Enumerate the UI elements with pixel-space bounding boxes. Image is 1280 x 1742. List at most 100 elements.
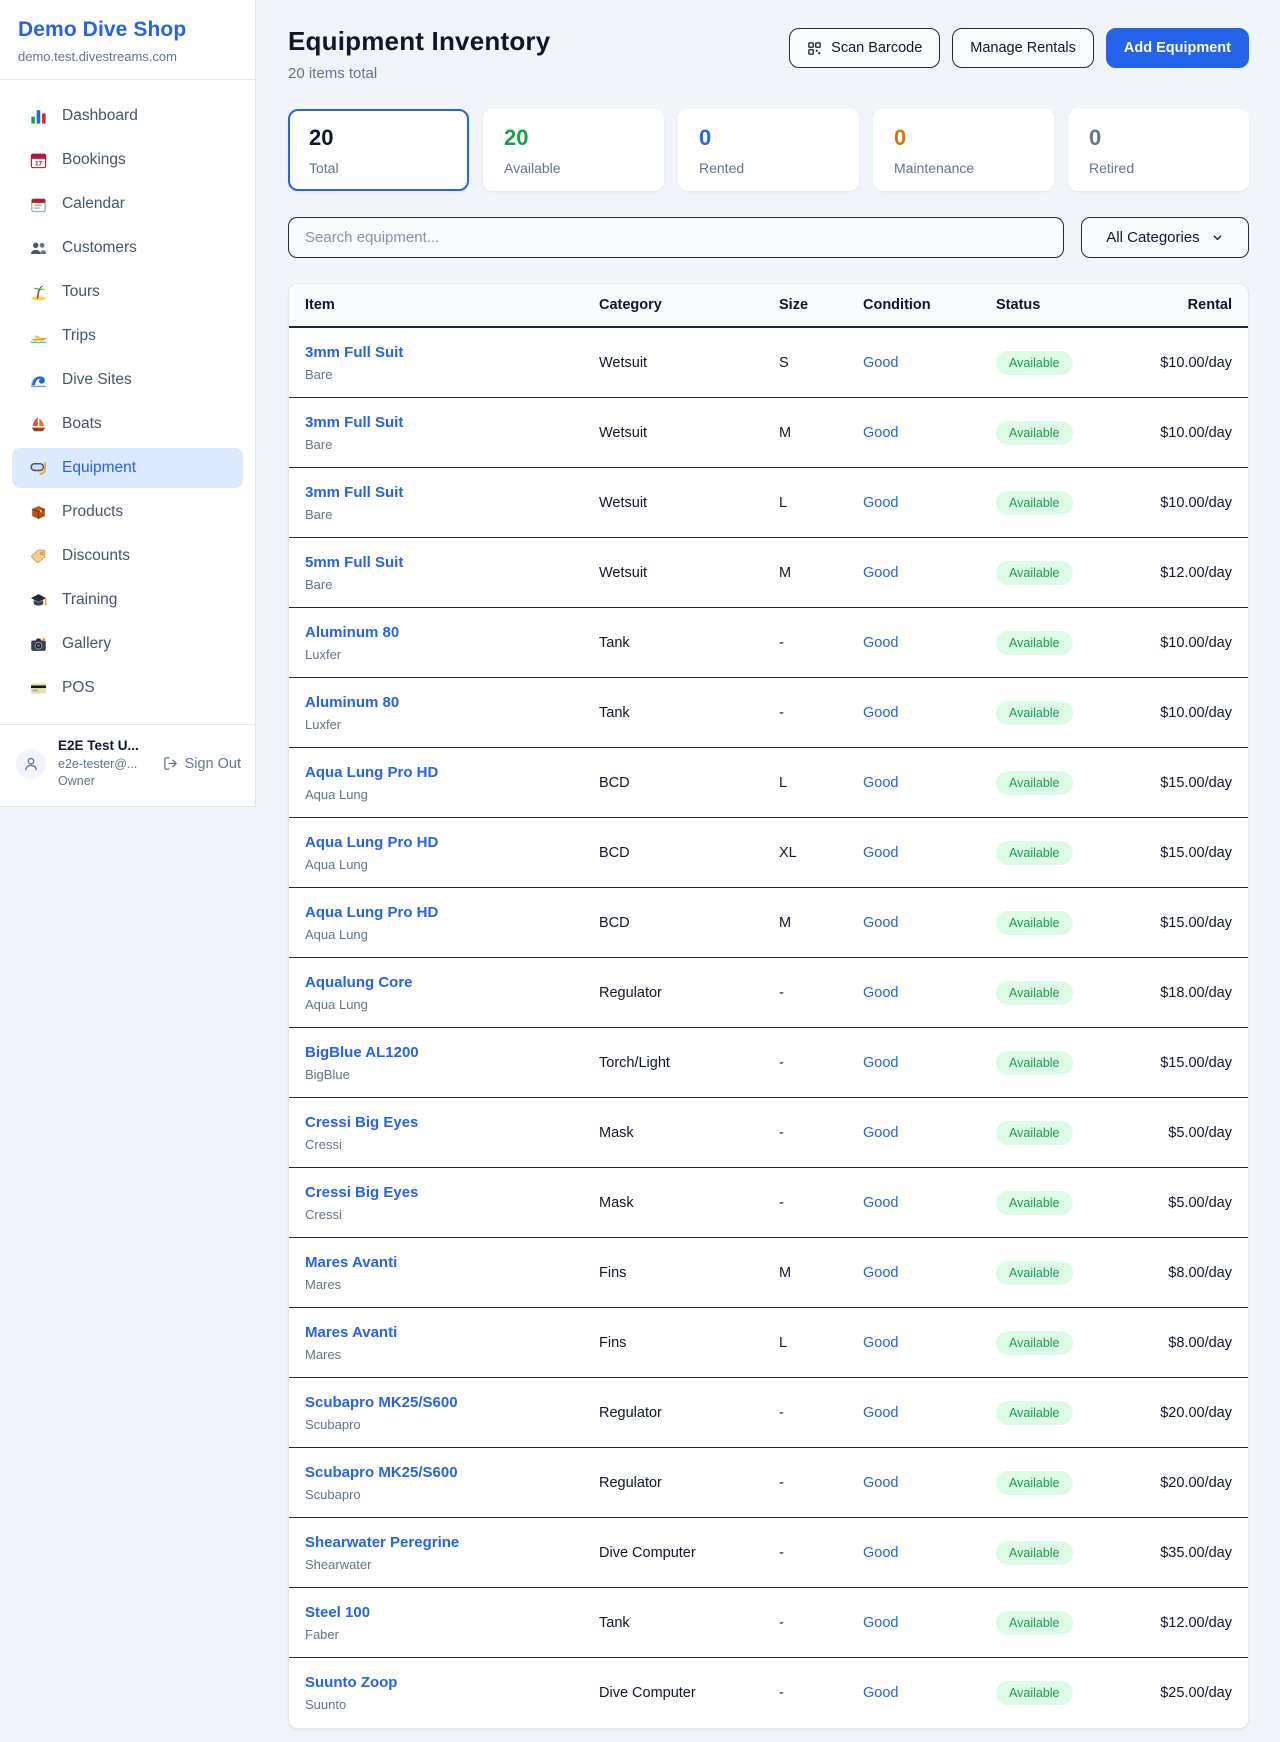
sidebar-item-equipment[interactable]: Equipment [12,448,243,488]
rental-cell: $35.00/day [1135,1545,1248,1561]
sidebar-item-discounts[interactable]: Discounts [12,536,243,576]
item-name-link[interactable]: 3mm Full Suit [305,484,583,501]
sidebar-item-pos[interactable]: POS [12,668,243,708]
sidebar-item-calendar[interactable]: Calendar [12,184,243,224]
stat-card-total[interactable]: 20 Total [288,109,469,191]
size-cell: - [763,1405,847,1421]
user-role: Owner [58,774,139,790]
stat-card-retired[interactable]: 0 Retired [1068,109,1249,191]
condition-link[interactable]: Good [847,1265,980,1281]
item-name-link[interactable]: Mares Avanti [305,1324,583,1341]
status-badge: Available [996,561,1073,585]
condition-link[interactable]: Good [847,1615,980,1631]
add-equipment-button[interactable]: Add Equipment [1106,28,1249,68]
condition-link[interactable]: Good [847,915,980,931]
table-row: 3mm Full Suit Bare Wetsuit L Good Availa… [289,468,1248,538]
sidebar-item-tours[interactable]: Tours [12,272,243,312]
condition-link[interactable]: Good [847,1685,980,1701]
item-name-link[interactable]: Scubapro MK25/S600 [305,1394,583,1411]
sidebar-item-boats[interactable]: Boats [12,404,243,444]
stat-value: 0 [894,125,1033,151]
item-name-link[interactable]: Aqualung Core [305,974,583,991]
condition-link[interactable]: Good [847,845,980,861]
size-cell: - [763,1685,847,1701]
condition-link[interactable]: Good [847,705,980,721]
sidebar-item-label: Dashboard [62,107,138,125]
item-name-link[interactable]: Suunto Zoop [305,1674,583,1691]
sidebar-item-dive-sites[interactable]: Dive Sites [12,360,243,400]
add-equipment-label: Add Equipment [1124,40,1231,56]
condition-link[interactable]: Good [847,1475,980,1491]
item-name-link[interactable]: Aqua Lung Pro HD [305,904,583,921]
category-cell: Wetsuit [583,355,763,371]
column-header-status: Status [980,297,1135,313]
table-row: 3mm Full Suit Bare Wetsuit S Good Availa… [289,328,1248,398]
rental-cell: $10.00/day [1135,705,1248,721]
item-name-link[interactable]: 3mm Full Suit [305,414,583,431]
search-input[interactable] [288,217,1064,258]
condition-link[interactable]: Good [847,355,980,371]
condition-link[interactable]: Good [847,495,980,511]
brand-title[interactable]: Demo Dive Shop [18,18,237,42]
item-name-link[interactable]: Aluminum 80 [305,624,583,641]
condition-link[interactable]: Good [847,565,980,581]
category-cell: Tank [583,635,763,651]
item-name-link[interactable]: Cressi Big Eyes [305,1184,583,1201]
item-name-link[interactable]: Aluminum 80 [305,694,583,711]
manage-rentals-button[interactable]: Manage Rentals [952,28,1094,68]
sidebar-item-icon [29,195,48,214]
condition-link[interactable]: Good [847,1405,980,1421]
manage-rentals-label: Manage Rentals [970,40,1076,56]
item-name-link[interactable]: 3mm Full Suit [305,344,583,361]
item-name-link[interactable]: BigBlue AL1200 [305,1044,583,1061]
condition-link[interactable]: Good [847,1055,980,1071]
sidebar-item-training[interactable]: Training [12,580,243,620]
condition-link[interactable]: Good [847,1545,980,1561]
category-select[interactable]: All Categories [1081,217,1249,258]
item-brand: Cressi [305,1137,583,1152]
status-badge: Available [996,1471,1073,1495]
item-name-link[interactable]: Shearwater Peregrine [305,1534,583,1551]
table-row: Aqua Lung Pro HD Aqua Lung BCD M Good Av… [289,888,1248,958]
size-cell: M [763,915,847,931]
item-cell: Aqua Lung Pro HD Aqua Lung [289,764,583,802]
sidebar-item-dashboard[interactable]: Dashboard [12,96,243,136]
sidebar-item-trips[interactable]: Trips [12,316,243,356]
condition-link[interactable]: Good [847,635,980,651]
stat-card-maintenance[interactable]: 0 Maintenance [873,109,1054,191]
condition-link[interactable]: Good [847,425,980,441]
category-cell: Wetsuit [583,425,763,441]
item-cell: 3mm Full Suit Bare [289,484,583,522]
item-name-link[interactable]: 5mm Full Suit [305,554,583,571]
item-brand: Suunto [305,1697,583,1712]
sidebar-item-bookings[interactable]: Bookings [12,140,243,180]
item-name-link[interactable]: Aqua Lung Pro HD [305,764,583,781]
table-row: Shearwater Peregrine Shearwater Dive Com… [289,1518,1248,1588]
sidebar-item-gallery[interactable]: Gallery [12,624,243,664]
sidebar: Demo Dive Shop demo.test.divestreams.com… [0,0,256,807]
stat-card-rented[interactable]: 0 Rented [678,109,859,191]
item-name-link[interactable]: Steel 100 [305,1604,583,1621]
stat-card-available[interactable]: 20 Available [483,109,664,191]
sidebar-item-products[interactable]: Products [12,492,243,532]
sidebar-item-icon [29,107,48,126]
item-name-link[interactable]: Scubapro MK25/S600 [305,1464,583,1481]
sidebar-item-customers[interactable]: Customers [12,228,243,268]
item-name-link[interactable]: Aqua Lung Pro HD [305,834,583,851]
header-actions: Scan Barcode Manage Rentals Add Equipmen… [789,28,1249,68]
scan-barcode-button[interactable]: Scan Barcode [789,28,940,68]
sidebar-item-icon [29,547,48,566]
size-cell: - [763,985,847,1001]
status-badge: Available [996,351,1073,375]
condition-link[interactable]: Good [847,775,980,791]
condition-link[interactable]: Good [847,1125,980,1141]
item-name-link[interactable]: Cressi Big Eyes [305,1114,583,1131]
column-header-item: Item [289,297,583,313]
condition-link[interactable]: Good [847,1195,980,1211]
condition-link[interactable]: Good [847,1335,980,1351]
condition-link[interactable]: Good [847,985,980,1001]
sign-out-button[interactable]: Sign Out [163,756,241,772]
page-title: Equipment Inventory [288,26,550,57]
category-cell: Torch/Light [583,1055,763,1071]
item-name-link[interactable]: Mares Avanti [305,1254,583,1271]
